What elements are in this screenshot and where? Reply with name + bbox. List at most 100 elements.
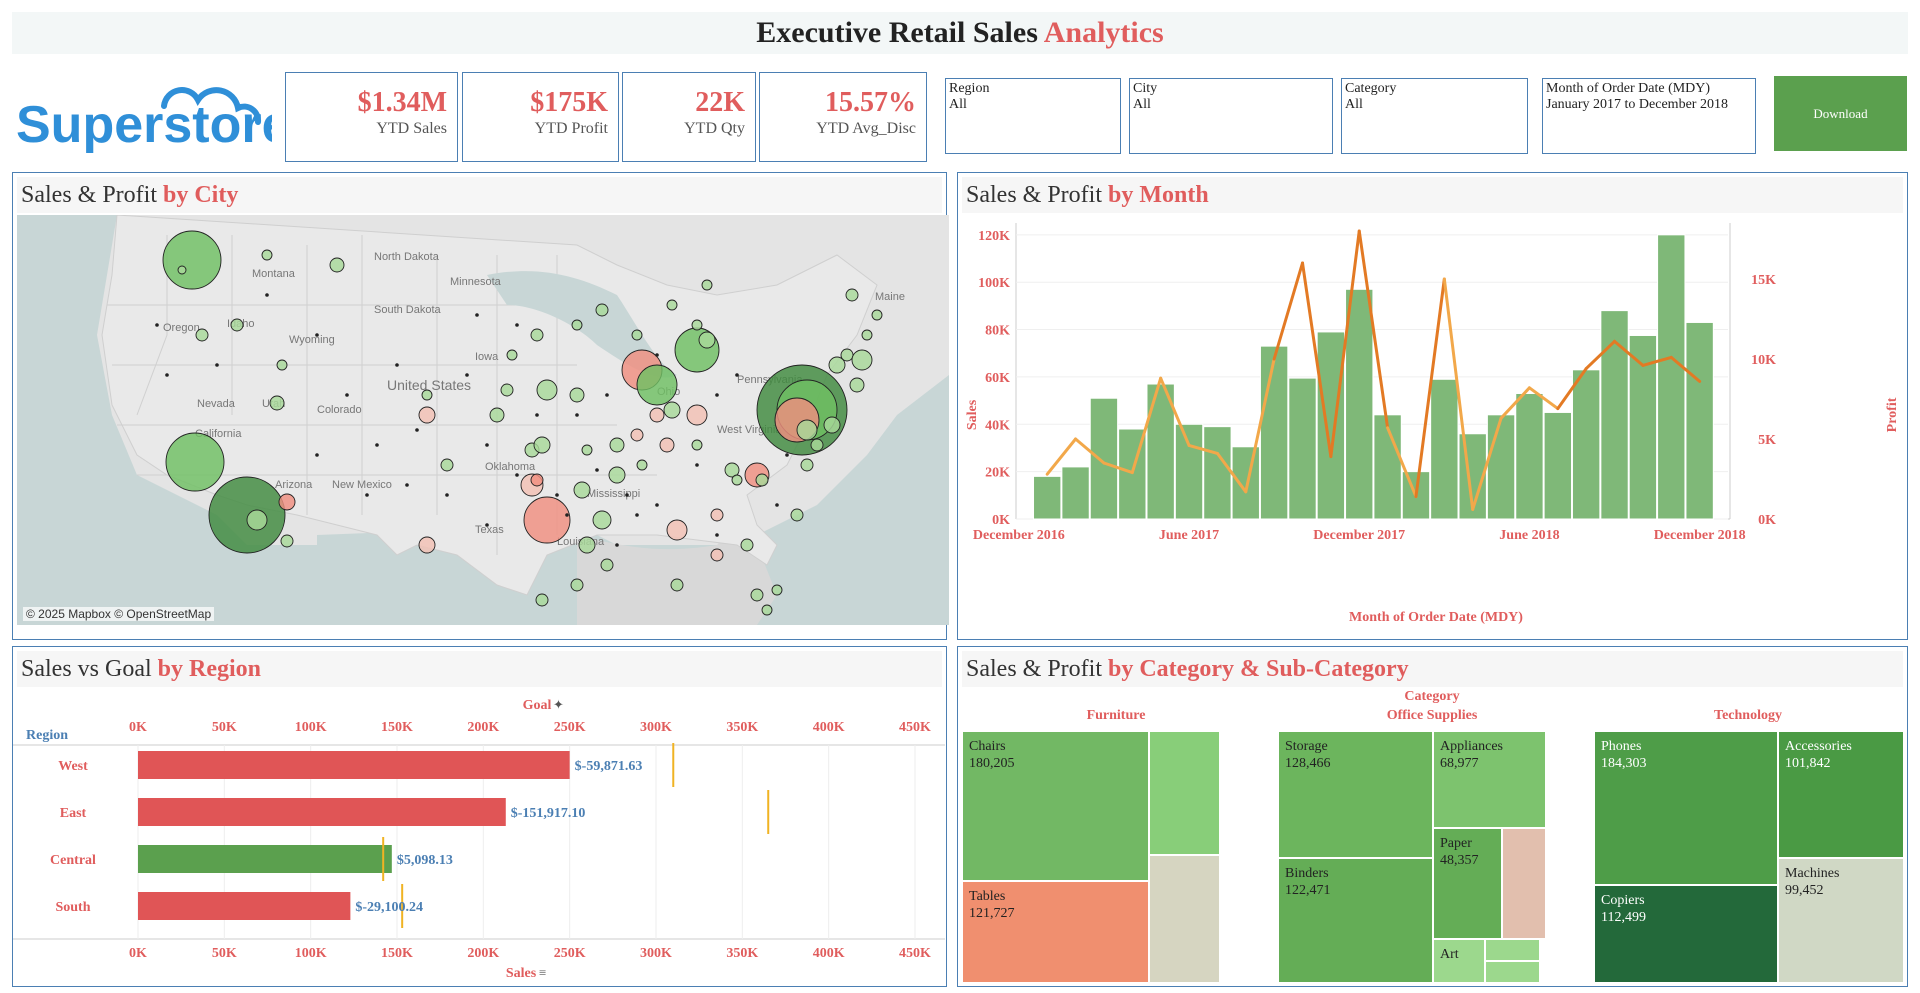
city-bubble[interactable]	[600, 558, 614, 572]
city-bubble[interactable]	[578, 536, 596, 554]
sales-bar[interactable]	[1061, 466, 1090, 520]
sales-bar[interactable]	[1316, 331, 1346, 520]
treemap-cell-tables[interactable]: Tables 121,727	[962, 881, 1149, 983]
city-bubble[interactable]	[670, 578, 684, 592]
city-bubble[interactable]	[246, 509, 268, 531]
sales-bar[interactable]	[1033, 475, 1062, 520]
treemap-cell-office-other[interactable]	[1485, 961, 1540, 983]
city-bubble[interactable]	[666, 299, 678, 311]
sales-bar[interactable]	[1203, 426, 1232, 520]
filter-category[interactable]: Category All	[1341, 78, 1528, 154]
city-dot[interactable]	[785, 453, 789, 457]
treemap-cell-appliances[interactable]: Appliances 68,977	[1433, 731, 1546, 828]
city-bubble[interactable]	[535, 593, 549, 607]
city-dot[interactable]	[515, 323, 519, 327]
treemap-cell-accessories[interactable]: Accessories 101,842	[1778, 731, 1904, 858]
profit-line-segment[interactable]	[1272, 261, 1305, 361]
city-bubble[interactable]	[440, 458, 454, 472]
map-canvas[interactable]: Montana North Dakota South Dakota Minnes…	[17, 215, 949, 625]
city-dot[interactable]	[565, 513, 569, 517]
city-bubble[interactable]	[530, 328, 544, 342]
month-chart[interactable]: 120K 100K 80K 60K 40K 20K 0K 15K 10K 5K 0K Decemb…	[958, 215, 1906, 639]
city-bubble[interactable]	[608, 466, 626, 484]
treemap-cell-phones[interactable]: Phones 184,303	[1594, 731, 1778, 885]
sort-icon[interactable]: ≡	[539, 965, 546, 980]
city-bubble[interactable]	[701, 279, 713, 291]
city-bubble[interactable]	[489, 407, 505, 423]
city-dot[interactable]	[695, 463, 699, 467]
city-dot[interactable]	[735, 373, 739, 377]
sales-bar[interactable]	[1430, 378, 1459, 520]
city-bubble[interactable]	[276, 359, 288, 371]
city-bubble[interactable]	[871, 309, 883, 321]
city-bubble[interactable]	[771, 584, 783, 596]
city-bubble[interactable]	[533, 436, 551, 454]
download-button[interactable]: Download	[1774, 76, 1907, 151]
treemap-cell-binders[interactable]: Binders 122,471	[1278, 858, 1433, 983]
city-dot[interactable]	[625, 493, 629, 497]
city-dot[interactable]	[345, 393, 349, 397]
city-bubble[interactable]	[280, 534, 294, 548]
city-dot[interactable]	[475, 313, 479, 317]
city-bubble[interactable]	[230, 318, 244, 332]
city-dot[interactable]	[715, 393, 719, 397]
treemap-cell-office-other[interactable]	[1502, 828, 1546, 939]
treemap-cell-art[interactable]: Art	[1433, 939, 1485, 983]
city-bubble[interactable]	[698, 331, 716, 349]
city-bubble[interactable]	[691, 439, 703, 451]
city-dot[interactable]	[605, 393, 609, 397]
city-dot[interactable]	[365, 493, 369, 497]
city-dot[interactable]	[555, 493, 559, 497]
pin-icon[interactable]: ✦	[553, 697, 564, 712]
city-dot[interactable]	[715, 533, 719, 537]
city-bubble[interactable]	[845, 288, 859, 302]
city-dot[interactable]	[775, 503, 779, 507]
city-dot[interactable]	[215, 363, 219, 367]
sales-bar[interactable]	[138, 892, 351, 920]
city-bubble[interactable]	[195, 328, 209, 342]
city-dot[interactable]	[655, 353, 659, 357]
sales-bar[interactable]	[1089, 397, 1119, 520]
city-bubble[interactable]	[796, 419, 818, 441]
city-bubble[interactable]	[630, 428, 644, 442]
city-bubble[interactable]	[329, 257, 345, 273]
city-bubble[interactable]	[208, 476, 286, 554]
treemap-cell-chairs[interactable]: Chairs 180,205	[962, 731, 1149, 881]
city-bubble[interactable]	[840, 348, 854, 362]
city-bubble[interactable]	[823, 416, 841, 434]
city-bubble[interactable]	[523, 496, 571, 544]
city-dot[interactable]	[595, 468, 599, 472]
sales-bar[interactable]	[1515, 392, 1544, 520]
treemap-cell-furniture-other[interactable]	[1149, 855, 1220, 983]
city-bubble[interactable]	[761, 604, 773, 616]
city-bubble[interactable]	[666, 519, 688, 541]
city-bubble[interactable]	[810, 438, 824, 452]
sales-bar[interactable]	[1174, 423, 1204, 520]
filter-region[interactable]: Region All	[945, 78, 1121, 154]
city-bubble[interactable]	[636, 364, 678, 406]
city-dot[interactable]	[165, 373, 169, 377]
city-bubble[interactable]	[569, 387, 585, 403]
filter-month[interactable]: Month of Order Date (MDY) January 2017 t…	[1542, 78, 1756, 154]
city-bubble[interactable]	[500, 383, 514, 397]
city-bubble[interactable]	[849, 377, 865, 393]
sales-bar[interactable]	[1657, 234, 1686, 520]
city-dot[interactable]	[485, 443, 489, 447]
city-bubble[interactable]	[663, 401, 681, 419]
city-bubble[interactable]	[536, 379, 558, 401]
treemap-cell-paper[interactable]: Paper 48,357	[1433, 828, 1502, 939]
sales-bar[interactable]	[138, 751, 570, 779]
city-dot[interactable]	[315, 453, 319, 457]
city-bubble[interactable]	[162, 230, 222, 290]
city-bubble[interactable]	[261, 249, 273, 261]
treemap-cell-copiers[interactable]: Copiers 112,499	[1594, 885, 1778, 983]
city-bubble[interactable]	[269, 395, 285, 411]
city-bubble[interactable]	[649, 407, 665, 423]
treemap-cell-machines[interactable]: Machines 99,452	[1778, 858, 1904, 983]
city-bubble[interactable]	[710, 508, 724, 522]
city-dot[interactable]	[635, 513, 639, 517]
city-bubble[interactable]	[659, 437, 675, 453]
city-bubble[interactable]	[731, 474, 743, 486]
city-bubble[interactable]	[750, 588, 764, 602]
city-bubble[interactable]	[595, 303, 609, 317]
